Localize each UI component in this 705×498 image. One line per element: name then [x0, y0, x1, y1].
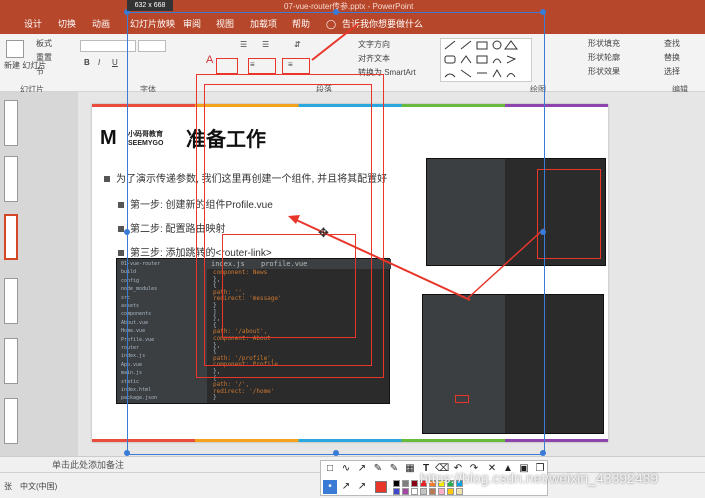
color-swatch[interactable] — [393, 480, 400, 487]
highlighter-icon[interactable]: ✎ — [387, 462, 401, 476]
color-swatch[interactable] — [411, 480, 418, 487]
freehand-tool-icon[interactable]: ∿ — [339, 462, 353, 476]
pen-tool-icon[interactable]: ✎ — [371, 462, 385, 476]
resize-handle[interactable] — [540, 9, 546, 15]
mosaic-tool-icon[interactable]: ▦ — [403, 462, 417, 476]
screenshot-selection-rect[interactable] — [124, 9, 546, 456]
resize-handle[interactable] — [540, 229, 546, 235]
notes-placeholder: 单击此处添加备注 — [52, 460, 125, 470]
color-swatch[interactable] — [402, 488, 409, 495]
color-swatch[interactable] — [438, 488, 445, 495]
color-swatch[interactable] — [447, 488, 454, 495]
color-swatch[interactable] — [411, 488, 418, 495]
color-swatch[interactable] — [429, 488, 436, 495]
arrow-style-icon[interactable]: ↗ — [339, 480, 353, 494]
color-swatch[interactable] — [402, 480, 409, 487]
arrow-style-alt-icon[interactable]: ↗ — [355, 480, 369, 494]
current-color-swatch[interactable] — [375, 481, 387, 493]
arrow-tool-icon[interactable]: ↗ — [355, 462, 369, 476]
stroke-size-icon[interactable]: • — [323, 480, 337, 494]
resize-handle[interactable] — [333, 9, 339, 15]
rectangle-tool-icon[interactable]: □ — [323, 462, 337, 476]
selection-size-badge: 632 x 668 — [127, 0, 173, 11]
slide-number: 张 — [4, 482, 12, 491]
language-indicator[interactable]: 中文(中国) — [20, 481, 57, 492]
resize-handle[interactable] — [124, 229, 130, 235]
color-swatch[interactable] — [393, 488, 400, 495]
color-swatch[interactable] — [420, 488, 427, 495]
watermark: https://blog.csdn.net/weixin_43392489 — [420, 470, 659, 486]
color-swatch[interactable] — [456, 488, 463, 495]
